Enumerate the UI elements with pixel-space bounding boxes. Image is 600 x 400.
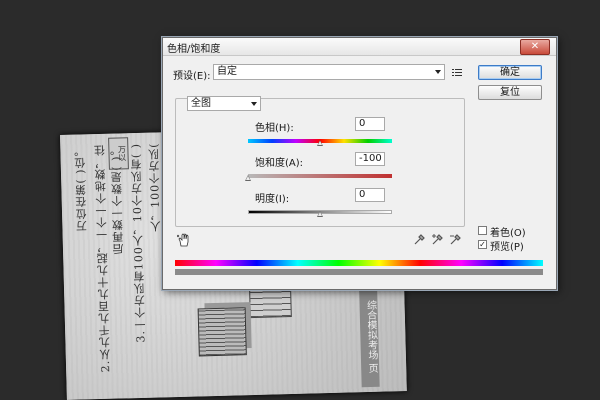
checkmark-icon: ✓ [479, 240, 486, 249]
worksheet-line: 万位在第( )位。 [73, 144, 89, 232]
saturation-input[interactable]: -100 [355, 152, 385, 166]
chevron-down-icon [435, 70, 441, 74]
ok-button[interactable]: 确定 [478, 65, 542, 80]
worksheet-line: 后再数一个数是( )。 [109, 143, 126, 255]
colorize-label: 着色(O) [490, 228, 526, 239]
channel-select[interactable]: 全图 [187, 96, 261, 111]
saturation-label: 饱和度(A): [255, 158, 304, 169]
lightness-input[interactable]: 0 [355, 188, 385, 202]
preset-select[interactable]: 自定 [213, 64, 445, 80]
dialog-title: 色相/饱和度 [167, 44, 221, 55]
input-color-bar [175, 260, 543, 266]
preset-options-icon[interactable] [452, 67, 462, 77]
preview-checkbox[interactable]: ✓ [478, 240, 487, 249]
dialog-titlebar[interactable]: 色相/饱和度 ✕ [163, 38, 556, 56]
output-color-bar [175, 269, 543, 275]
eyedropper-minus-icon[interactable] [449, 234, 461, 246]
preset-value: 自定 [217, 66, 237, 77]
cube-figure [197, 307, 247, 357]
hue-slider-thumb[interactable] [317, 140, 323, 146]
hue-saturation-dialog: 色相/饱和度 ✕ 预设(E): 自定 确定 复位 全图 色相(H): 0 饱和度… [162, 37, 557, 290]
lightness-label: 明度(I): [255, 194, 290, 205]
preview-label: 预览(P) [490, 242, 524, 253]
channel-value: 全图 [191, 98, 211, 109]
eyedropper-icon[interactable] [413, 234, 425, 246]
chevron-down-icon [251, 102, 257, 106]
worksheet-section-band: 综合模拟考场 页 [359, 286, 380, 388]
hue-input[interactable]: 0 [355, 117, 385, 131]
adjustment-panel [175, 98, 465, 227]
saturation-slider-track[interactable] [248, 174, 392, 178]
saturation-slider-thumb[interactable] [245, 175, 251, 181]
preset-label: 预设(E): [173, 71, 211, 82]
lightness-slider-thumb[interactable] [317, 211, 323, 217]
reset-button[interactable]: 复位 [478, 85, 542, 100]
colorize-checkbox[interactable] [478, 226, 487, 235]
hue-label: 色相(H): [255, 123, 294, 134]
close-icon: ✕ [530, 41, 540, 52]
hand-tool-icon[interactable] [177, 233, 191, 247]
eyedropper-plus-icon[interactable] [431, 234, 443, 246]
close-button[interactable]: ✕ [520, 39, 550, 55]
